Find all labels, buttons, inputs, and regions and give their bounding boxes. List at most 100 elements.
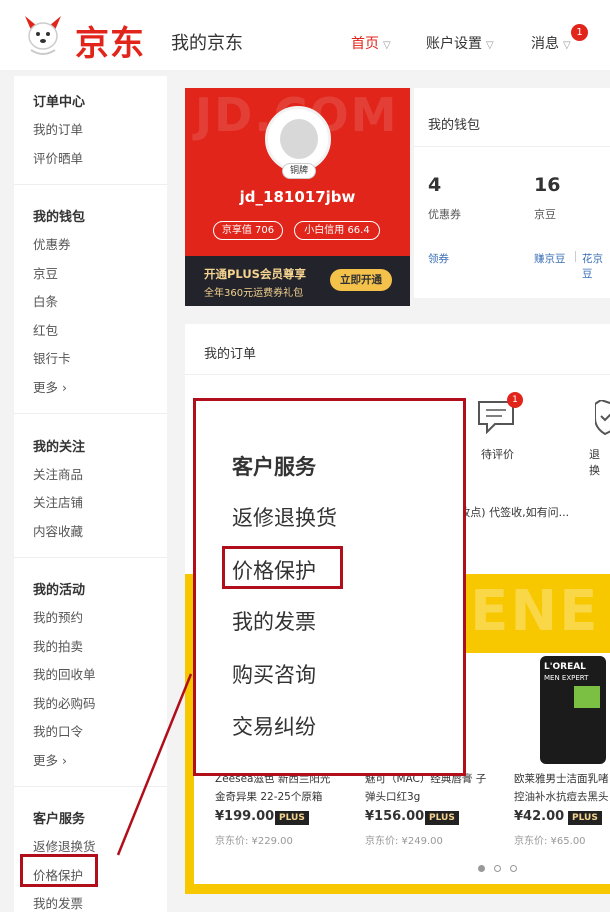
product-3-plus-tag: PLUS bbox=[568, 811, 602, 825]
sidebar-item-returns[interactable]: 返修退换货 bbox=[33, 836, 96, 855]
sidebar-item-my-orders[interactable]: 我的订单 bbox=[33, 119, 83, 138]
return-label: 退换 bbox=[589, 448, 600, 477]
bean-count[interactable]: 16 bbox=[534, 174, 560, 196]
loreal-label-patch bbox=[574, 686, 600, 708]
sidebar-item-must-buy-code[interactable]: 我的必购码 bbox=[33, 693, 96, 712]
nav-messages-label: 消息 bbox=[531, 36, 559, 52]
message-count-badge: 1 bbox=[571, 24, 588, 41]
popup-title: 客户服务 bbox=[232, 455, 316, 479]
chevron-down-icon: ▽ bbox=[486, 40, 494, 51]
plus-promo-title: 开通PLUS会员尊享 bbox=[204, 267, 306, 281]
sidebar-item-baitiao[interactable]: 白条 bbox=[33, 291, 58, 310]
sidebar-item-redpacket[interactable]: 红包 bbox=[33, 320, 58, 339]
chevron-right-icon: › bbox=[58, 753, 67, 768]
sidebar-more-label: 更多 bbox=[33, 753, 59, 768]
sidebar-divider bbox=[14, 413, 167, 414]
wallet-title: 我的钱包 bbox=[428, 118, 481, 133]
sidebar: 订单中心 我的订单 评价晒单 我的钱包 优惠券 京豆 白条 红包 银行卡 更多 … bbox=[14, 76, 167, 912]
sidebar-item-invoices[interactable]: 我的发票 bbox=[33, 893, 83, 912]
sidebar-title-customer-service: 客户服务 bbox=[33, 812, 86, 827]
sidebar-item-beans[interactable]: 京豆 bbox=[33, 263, 58, 282]
sidebar-divider bbox=[14, 557, 167, 558]
sidebar-item-coupons[interactable]: 优惠券 bbox=[33, 234, 71, 253]
sidebar-item-auctions[interactable]: 我的拍卖 bbox=[33, 636, 83, 655]
spend-beans-link[interactable]: 花京豆 bbox=[582, 251, 610, 281]
sidebar-item-more-activities[interactable]: 更多 › bbox=[33, 750, 67, 769]
credit-badge[interactable]: 小白信用 66.4 bbox=[294, 221, 380, 240]
page-title: 我的京东 bbox=[171, 33, 243, 54]
product-1-plus-tag: PLUS bbox=[275, 811, 309, 825]
wallet-divider bbox=[414, 146, 610, 147]
rank-badge: 铜牌 bbox=[282, 163, 316, 179]
carousel-dot-2[interactable] bbox=[494, 865, 501, 872]
sidebar-divider bbox=[14, 786, 167, 787]
popup-item-returns[interactable]: 返修退换货 bbox=[232, 502, 337, 532]
loreal-sub: MEN EXPERT bbox=[544, 674, 589, 682]
product-2-price: ¥156.00 bbox=[365, 809, 425, 824]
product-3-name[interactable]: 欧莱雅男士洁面乳啫 控油补水抗痘去黑头 bbox=[514, 770, 609, 806]
product-2-jd-price: 京东价: ¥249.00 bbox=[365, 836, 443, 847]
nav-account-settings[interactable]: 账户设置 ▽ bbox=[426, 33, 494, 53]
customer-service-zoom-popup: 客户服务 返修退换货 价格保护 我的发票 购买咨询 交易纠纷 bbox=[193, 398, 466, 776]
orders-title: 我的订单 bbox=[204, 347, 257, 362]
jd-logo-text[interactable]: 京东 bbox=[75, 16, 145, 65]
loreal-product-image[interactable]: L'OREAL MEN EXPERT bbox=[540, 656, 606, 764]
sidebar-item-bankcard[interactable]: 银行卡 bbox=[33, 348, 71, 367]
sidebar-item-followed-shops[interactable]: 关注店铺 bbox=[33, 492, 83, 511]
sidebar-title-wallet: 我的钱包 bbox=[33, 210, 86, 225]
price-protection-highlight-box bbox=[20, 854, 98, 887]
coupon-label: 优惠券 bbox=[428, 208, 461, 221]
jd-dog-logo-icon[interactable] bbox=[17, 10, 69, 58]
product-3-jd-price: 京东价: ¥65.00 bbox=[514, 836, 586, 847]
profile-card: JD.COM 铜牌 jd_181017jbw 京享值 706 小白信用 66.4… bbox=[185, 88, 410, 306]
sidebar-item-recycle-orders[interactable]: 我的回收单 bbox=[33, 664, 96, 683]
plus-promo-subtitle: 全年360元运费券礼包 bbox=[204, 288, 304, 299]
sidebar-title-orders: 订单中心 bbox=[33, 95, 86, 110]
link-divider bbox=[575, 251, 576, 262]
return-shield-icon[interactable] bbox=[595, 400, 610, 436]
product-3-name-line2: 控油补水抗痘去黑头 bbox=[514, 791, 609, 803]
review-count-badge: 1 bbox=[507, 392, 523, 408]
nav-home[interactable]: 首页 ▽ bbox=[351, 33, 391, 53]
product-2-plus-tag: PLUS bbox=[425, 811, 459, 825]
coupon-count[interactable]: 4 bbox=[428, 174, 441, 196]
loreal-brand: L'OREAL bbox=[544, 662, 586, 672]
sidebar-title-follows: 我的关注 bbox=[33, 440, 86, 455]
sidebar-item-passwords[interactable]: 我的口令 bbox=[33, 721, 83, 740]
nav-account-label: 账户设置 bbox=[426, 36, 482, 52]
plus-promo-bar: 开通PLUS会员尊享 全年360元运费券礼包 立即开通 bbox=[185, 256, 410, 306]
product-3-name-line1: 欧莱雅男士洁面乳啫 bbox=[514, 773, 609, 785]
jx-value-badge[interactable]: 京享值 706 bbox=[213, 221, 283, 240]
carousel-dot-3[interactable] bbox=[510, 865, 517, 872]
review-order-label: 待评价 bbox=[481, 448, 514, 461]
product-1-price: ¥199.00 bbox=[215, 809, 275, 824]
get-coupon-link[interactable]: 领券 bbox=[428, 251, 449, 266]
popup-item-purchase-consult[interactable]: 购买咨询 bbox=[232, 659, 316, 689]
popup-item-invoices[interactable]: 我的发票 bbox=[232, 606, 316, 636]
sidebar-item-reservations[interactable]: 我的预约 bbox=[33, 607, 83, 626]
orders-divider bbox=[185, 374, 610, 375]
sidebar-item-content-favorites[interactable]: 内容收藏 bbox=[33, 521, 83, 540]
popup-item-trade-dispute[interactable]: 交易纠纷 bbox=[232, 711, 316, 741]
carousel-dot-1[interactable] bbox=[478, 865, 485, 872]
avatar-face-icon bbox=[280, 119, 318, 159]
sidebar-item-followed-products[interactable]: 关注商品 bbox=[33, 464, 83, 483]
sidebar-title-activities: 我的活动 bbox=[33, 583, 86, 598]
nav-home-label: 首页 bbox=[351, 36, 379, 52]
product-1-name-line2: 金奇异果 22-25个原箱 bbox=[215, 791, 323, 803]
product-2-name-line2: 弹头口红3g bbox=[365, 791, 421, 803]
sidebar-item-more-wallet[interactable]: 更多 › bbox=[33, 377, 67, 396]
bean-label: 京豆 bbox=[534, 208, 556, 221]
earn-beans-link[interactable]: 赚京豆 bbox=[534, 251, 566, 266]
nav-messages[interactable]: 消息 ▽ bbox=[531, 33, 571, 53]
product-3-price: ¥42.00 bbox=[514, 809, 565, 824]
chevron-down-icon: ▽ bbox=[563, 40, 571, 51]
chevron-right-icon: › bbox=[58, 380, 67, 395]
wallet-panel: 我的钱包 4 优惠券 16 京豆 领券 赚京豆 花京豆 bbox=[414, 88, 610, 298]
chevron-down-icon: ▽ bbox=[383, 40, 391, 51]
sidebar-divider bbox=[14, 184, 167, 185]
sidebar-item-reviews[interactable]: 评价晒单 bbox=[33, 148, 83, 167]
open-plus-button[interactable]: 立即开通 bbox=[330, 269, 392, 291]
sidebar-more-label: 更多 bbox=[33, 380, 59, 395]
popup-price-protection-highlight bbox=[222, 546, 343, 589]
